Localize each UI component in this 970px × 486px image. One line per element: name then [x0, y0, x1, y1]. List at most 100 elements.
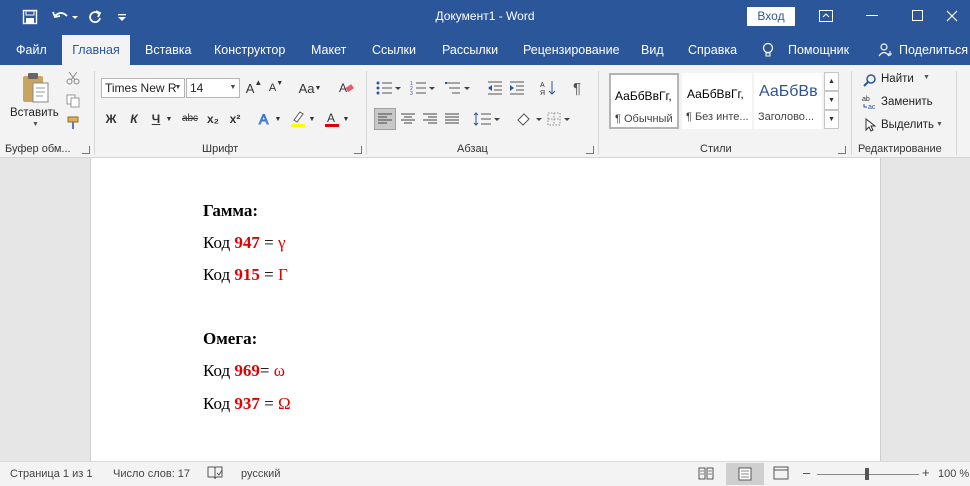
text-effects-icon[interactable]: A [256, 109, 274, 129]
chevron-down-icon[interactable]: ▼ [164, 109, 174, 129]
format-painter-icon[interactable] [64, 114, 82, 132]
line-spacing-icon[interactable] [472, 109, 502, 129]
tab-home[interactable]: Главная [62, 35, 130, 66]
cut-icon[interactable] [64, 69, 82, 87]
tab-layout[interactable]: Макет [311, 35, 346, 65]
grow-font-icon[interactable]: A ▲ [245, 78, 263, 98]
subscript-button[interactable]: x₂ [204, 109, 222, 129]
paste-icon[interactable] [20, 71, 52, 108]
replace-button[interactable]: Заменить [881, 96, 933, 108]
style-name: ¶ Обычный [615, 113, 673, 125]
zoom-in-button[interactable]: + [922, 465, 930, 480]
bold-button[interactable]: Ж [102, 109, 120, 129]
bullets-icon[interactable] [375, 78, 403, 98]
increase-indent-icon[interactable] [507, 78, 527, 98]
document-page[interactable]: Гамма: Код 947 = γ Код 915 = Г Омега: Ко… [90, 158, 881, 461]
chevron-down-icon[interactable]: ▼ [172, 79, 184, 97]
svg-text:3: 3 [410, 91, 413, 95]
tab-tell-me[interactable]: Помощник [788, 35, 849, 65]
styles-launcher-icon[interactable] [838, 146, 846, 154]
copy-icon[interactable] [64, 92, 82, 110]
style-heading-1[interactable]: АаБбВв Заголово... [754, 73, 822, 129]
pilcrow-icon[interactable]: ¶ [568, 78, 586, 98]
tab-help[interactable]: Справка [688, 35, 737, 65]
decrease-indent-icon[interactable] [485, 78, 505, 98]
chevron-down-icon[interactable]: ▼ [308, 109, 316, 129]
justify-icon[interactable] [442, 109, 462, 129]
code-symbol: γ [278, 233, 286, 252]
svg-text:A: A [540, 82, 545, 89]
align-left-icon[interactable] [374, 108, 396, 130]
chevron-down-icon[interactable]: ▼ [274, 109, 282, 129]
print-layout-icon[interactable] [726, 463, 764, 485]
styles-scroll-up-icon[interactable]: ▲ [824, 72, 839, 91]
numbering-icon[interactable]: 123 [409, 78, 437, 98]
borders-icon[interactable] [546, 109, 576, 129]
font-group-label: Шрифт [202, 143, 239, 155]
highlight-icon[interactable] [288, 109, 308, 129]
select-button[interactable]: Выделить [881, 119, 934, 131]
chevron-down-icon[interactable]: ▼ [342, 109, 350, 129]
clear-formatting-icon[interactable]: A [336, 78, 356, 98]
italic-button[interactable]: К [125, 109, 143, 129]
tab-insert[interactable]: Вставка [145, 35, 191, 65]
minimize-icon[interactable] [849, 0, 895, 32]
find-button[interactable]: Найти [881, 73, 914, 85]
tab-design[interactable]: Конструктор [214, 35, 285, 65]
proofing-icon[interactable] [207, 466, 223, 483]
language-status[interactable]: русский [241, 468, 280, 480]
shrink-font-icon[interactable]: A ▼ [267, 78, 285, 98]
paragraph-launcher-icon[interactable] [586, 146, 594, 154]
align-center-icon[interactable] [398, 109, 418, 129]
read-mode-icon[interactable] [698, 466, 714, 483]
share-person-icon [878, 43, 894, 60]
tab-file[interactable]: Файл [16, 35, 47, 65]
styles-scroll-down-icon[interactable]: ▼ [824, 91, 839, 110]
signin-button[interactable]: Вход [747, 7, 795, 26]
align-right-icon[interactable] [420, 109, 440, 129]
superscript-button[interactable]: x² [226, 109, 244, 129]
tab-mailings[interactable]: Рассылки [442, 35, 498, 65]
paste-dropdown-icon[interactable]: ▼ [32, 121, 39, 128]
style-no-spacing[interactable]: АаБбВвГг, ¶ Без инте... [682, 73, 752, 129]
clipboard-launcher-icon[interactable] [82, 146, 90, 154]
multilevel-list-icon[interactable] [444, 78, 472, 98]
font-size-combo[interactable]: 14 ▼ [186, 78, 240, 98]
style-normal[interactable]: АаБбВвГг, ¶ Обычный [609, 73, 679, 129]
underline-button[interactable]: Ч [148, 109, 164, 129]
document-area[interactable]: Гамма: Код 947 = γ Код 915 = Г Омега: Ко… [0, 158, 970, 461]
word-count[interactable]: Число слов: 17 [113, 468, 190, 480]
font-launcher-icon[interactable] [354, 146, 362, 154]
close-icon[interactable] [934, 0, 970, 32]
chevron-down-icon[interactable]: ▼ [936, 121, 943, 128]
separator [366, 71, 367, 155]
styles-more-icon[interactable]: ▼ [824, 110, 839, 129]
web-layout-icon[interactable] [773, 466, 789, 483]
sort-icon[interactable]: AЯ [539, 78, 557, 98]
zoom-slider-thumb[interactable] [865, 468, 869, 480]
font-name-combo[interactable]: Times New R ▼ [101, 78, 185, 98]
zoom-level[interactable]: 100 % [938, 468, 969, 480]
font-color-icon[interactable]: A [322, 109, 342, 129]
strikethrough-button[interactable]: abc [180, 109, 200, 129]
style-sample: АаБбВвГг, [615, 89, 672, 103]
paste-button[interactable]: Вставить [10, 107, 59, 119]
font-size-value: 14 [190, 81, 204, 95]
tab-view[interactable]: Вид [641, 35, 664, 65]
chevron-down-icon[interactable]: ▼ [227, 79, 239, 97]
chevron-down-icon[interactable]: ▼ [923, 74, 930, 81]
tab-review[interactable]: Рецензирование [523, 35, 620, 65]
ribbon: Вставить ▼ Буфер обм... Times New R ▼ 14… [0, 65, 970, 158]
editing-group-label: Редактирование [858, 143, 942, 155]
code-prefix: Код [203, 361, 235, 380]
shading-icon[interactable] [514, 109, 544, 129]
find-icon [862, 72, 878, 88]
svg-text:Я: Я [540, 90, 545, 96]
share-button[interactable]: Поделиться [899, 35, 968, 65]
change-case-icon[interactable]: Aa ▼ [296, 78, 324, 98]
tab-references[interactable]: Ссылки [372, 35, 416, 65]
code-prefix: Код [203, 394, 235, 413]
page-count[interactable]: Страница 1 из 1 [10, 468, 92, 480]
ribbon-display-options-icon[interactable] [803, 0, 849, 32]
zoom-out-button[interactable]: – [803, 465, 810, 480]
